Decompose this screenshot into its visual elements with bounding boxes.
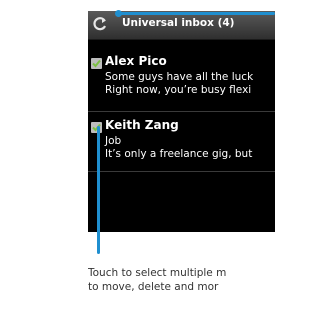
row-divider xyxy=(88,171,275,172)
message-subject: Some guys have all the luck xyxy=(105,71,254,83)
inbox-title: Universal inbox (4) xyxy=(122,17,235,29)
callout-line-title xyxy=(118,12,275,15)
email-list-screen: Universal inbox (4) Alex Pico Some guys … xyxy=(88,11,275,232)
message-preview: Right now, you’re busy flexi xyxy=(105,84,252,96)
caption-line-1: Touch to select multiple m xyxy=(88,267,227,279)
sender-name: Alex Pico xyxy=(105,54,167,68)
select-checkbox[interactable] xyxy=(91,58,102,69)
message-subject: Job xyxy=(105,135,122,147)
message-preview: It’s only a freelance gig, but xyxy=(105,148,253,160)
caption-line-2: to move, delete and mor xyxy=(88,281,219,293)
caption: Touch to select multiple m to move, dele… xyxy=(88,266,275,294)
row-divider xyxy=(88,111,275,112)
sender-name: Keith Zang xyxy=(105,118,179,132)
sync-icon[interactable] xyxy=(92,16,108,32)
callout-line-checkbox xyxy=(97,126,100,254)
